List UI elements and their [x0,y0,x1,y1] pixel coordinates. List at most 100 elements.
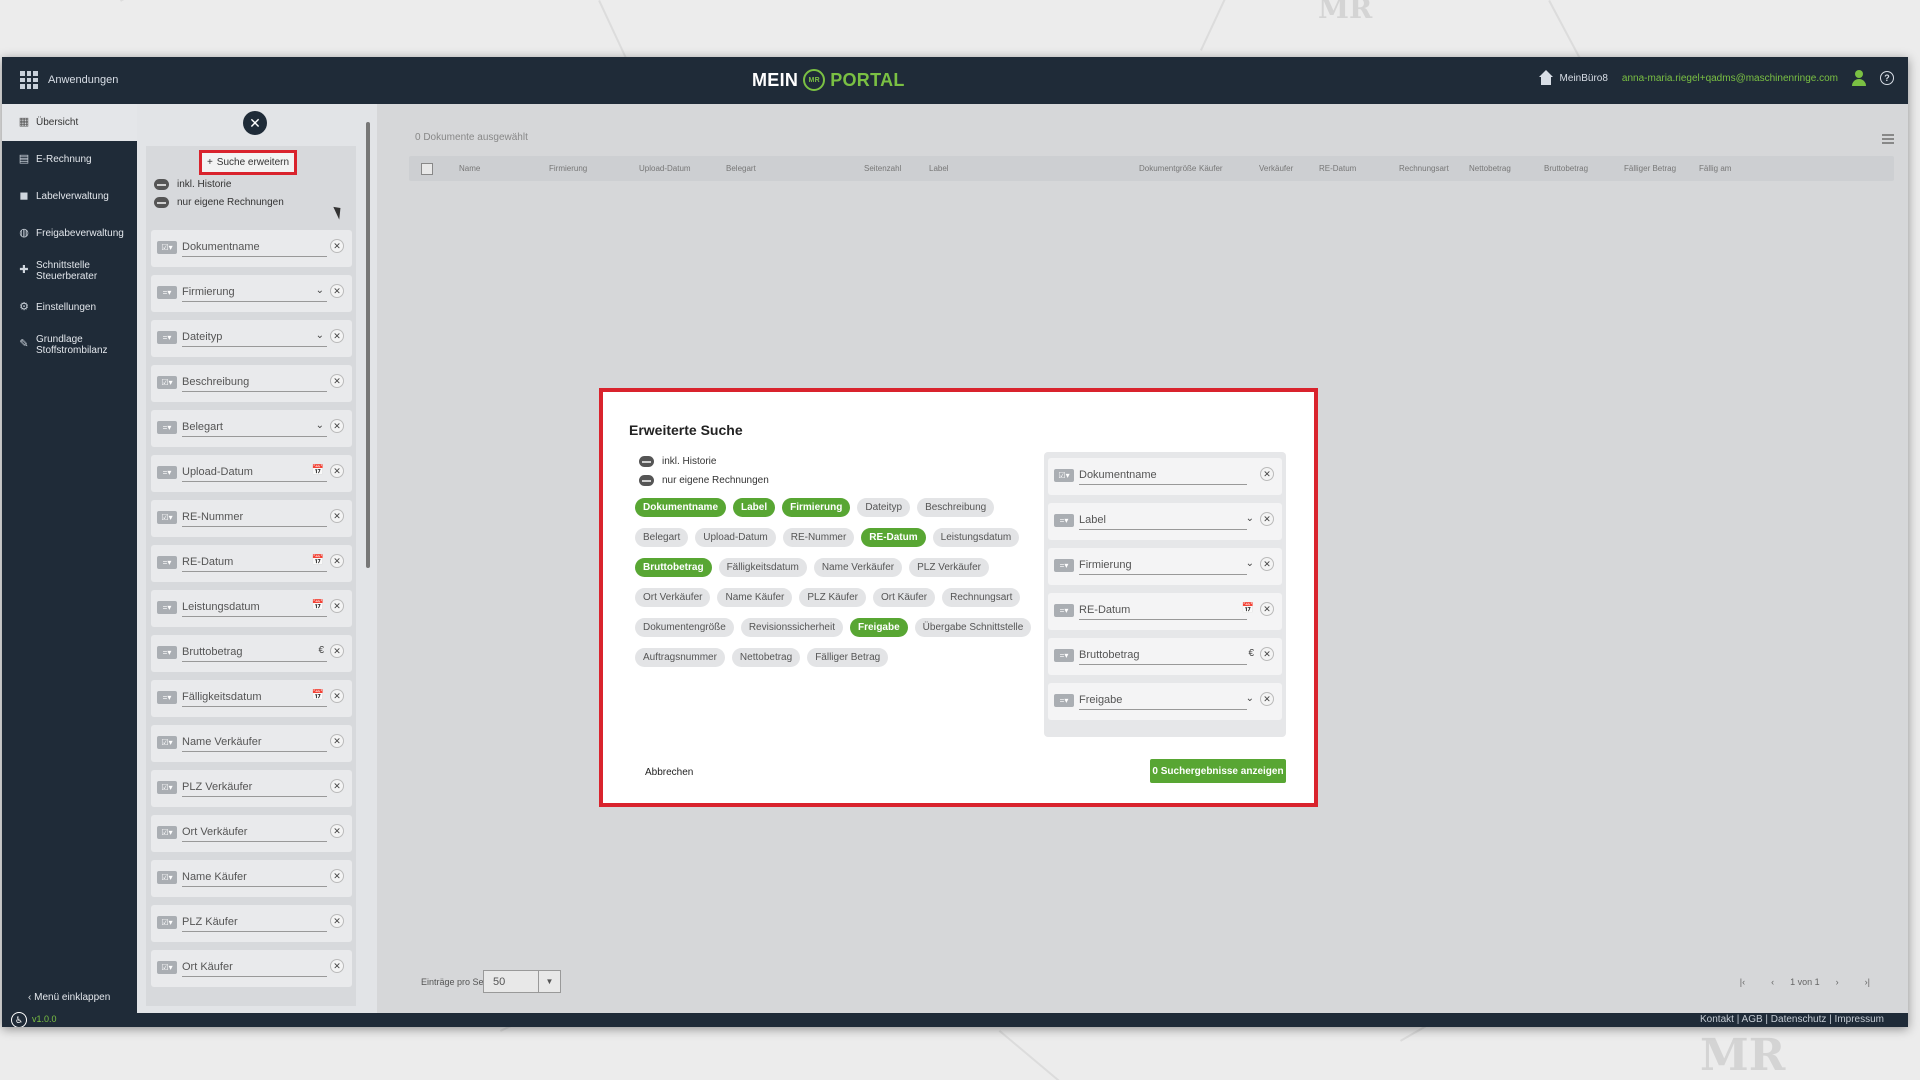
dialog-toggle-history-row[interactable]: inkl. Historie [639,456,769,467]
filter-operator-dropdown[interactable]: ☑▾ [157,871,177,884]
show-results-button[interactable]: 0 Suchergebnisse anzeigen [1150,759,1286,783]
cancel-button[interactable]: Abbrechen [645,767,693,778]
filter-operator-dropdown[interactable]: =▾ [157,646,177,659]
filter-chip[interactable]: Rechnungsart [942,588,1021,607]
per-page-select[interactable]: 50 ▼ [483,970,561,993]
filter-chip[interactable]: Dateityp [857,498,911,517]
remove-filter-icon[interactable]: ✕ [330,419,344,433]
filter-operator-dropdown[interactable]: =▾ [157,466,177,479]
remove-filter-icon[interactable]: ✕ [330,509,344,523]
filter-operator-dropdown[interactable]: =▾ [1054,559,1074,572]
filter-operator-dropdown[interactable]: ☑▾ [1054,469,1074,482]
dialog-toggle-own-switch[interactable] [639,475,654,486]
remove-filter-icon[interactable]: ✕ [1260,557,1274,571]
remove-filter-icon[interactable]: ✕ [330,374,344,388]
sidebar-item--bersicht[interactable]: ▦ Übersicht [2,104,137,141]
panel-scrollbar[interactable] [365,112,371,1007]
filter-operator-dropdown[interactable]: ☑▾ [157,826,177,839]
sidebar-item-schnittstelle-steuerberater[interactable]: ✚ Schnittstelle Steuerberater [2,252,137,289]
filter-field[interactable]: RE-Nummer [182,511,327,527]
filter-operator-dropdown[interactable]: =▾ [157,691,177,704]
close-panel-button[interactable]: ✕ [243,111,267,135]
column-header[interactable]: Name [459,164,480,173]
remove-filter-icon[interactable]: ✕ [330,914,344,928]
filter-field[interactable]: Freigabe [1079,694,1247,710]
column-header[interactable]: Label [929,164,949,173]
remove-filter-icon[interactable]: ✕ [1260,467,1274,481]
toggle-own-row[interactable]: nur eigene Rechnungen [154,197,284,208]
filter-chip[interactable]: Ort Verkäufer [635,588,711,607]
remove-filter-icon[interactable]: ✕ [330,284,344,298]
collapse-menu-button[interactable]: ‹ Menü einklappen [28,992,110,1003]
filter-operator-dropdown[interactable]: =▾ [157,421,177,434]
filter-operator-dropdown[interactable]: ☑▾ [157,781,177,794]
remove-filter-icon[interactable]: ✕ [330,644,344,658]
hamburger-menu-icon[interactable] [1882,134,1894,146]
filter-field[interactable]: Belegart [182,421,327,437]
chevron-down-icon[interactable]: ⌄ [1246,513,1254,524]
chevron-down-icon[interactable]: ⌄ [1246,693,1254,704]
filter-chip[interactable]: Dokumentengröße [635,618,734,637]
remove-filter-icon[interactable]: ✕ [330,554,344,568]
prev-page-icon[interactable]: ‹ [1771,977,1774,987]
apps-menu-button[interactable]: Anwendungen [20,71,118,89]
toggle-history-switch[interactable] [154,179,169,190]
filter-chip[interactable]: Upload-Datum [695,528,776,547]
filter-field[interactable]: Label [1079,514,1247,530]
filter-field[interactable]: Dateityp [182,331,327,347]
remove-filter-icon[interactable]: ✕ [330,599,344,613]
filter-field[interactable]: Bruttobetrag [182,646,327,662]
help-icon[interactable]: ? [1880,71,1894,85]
filter-operator-dropdown[interactable]: =▾ [1054,514,1074,527]
filter-chip[interactable]: RE-Datum [861,528,926,547]
calendar-icon[interactable]: 📅 [1242,603,1254,614]
remove-filter-icon[interactable]: ✕ [1260,512,1274,526]
filter-chip[interactable]: Label [733,498,776,517]
chevron-down-icon[interactable]: ⌄ [316,285,324,296]
office-selector[interactable]: MeinBüro8 [1538,70,1608,86]
filter-operator-dropdown[interactable]: =▾ [157,331,177,344]
euro-icon[interactable]: € [318,645,324,656]
filter-operator-dropdown[interactable]: =▾ [1054,649,1074,662]
column-header[interactable]: Käufer [1199,164,1223,173]
filter-field[interactable]: PLZ Käufer [182,916,327,932]
last-page-icon[interactable]: ›| [1865,977,1870,987]
remove-filter-icon[interactable]: ✕ [330,779,344,793]
filter-field[interactable]: RE-Datum [182,556,327,572]
column-header[interactable]: Seitenzahl [864,164,901,173]
filter-chip[interactable]: Name Verkäufer [813,558,903,577]
filter-field[interactable]: Dokumentname [1079,469,1247,485]
remove-filter-icon[interactable]: ✕ [1260,602,1274,616]
remove-filter-icon[interactable]: ✕ [330,869,344,883]
chevron-down-icon[interactable]: ⌄ [1246,558,1254,569]
select-all-checkbox[interactable] [421,163,433,175]
extend-search-button[interactable]: + Suche erweitern [199,150,297,175]
euro-icon[interactable]: € [1248,648,1254,659]
filter-chip[interactable]: Name Käufer [717,588,793,607]
user-email[interactable]: anna-maria.riegel+qadms@maschinenringe.c… [1622,73,1838,84]
filter-field[interactable]: Name Käufer [182,871,327,887]
portal-logo[interactable]: MEIN MR PORTAL [752,69,905,91]
filter-chip[interactable]: Nettobetrag [731,648,801,667]
remove-filter-icon[interactable]: ✕ [330,824,344,838]
filter-operator-dropdown[interactable]: =▾ [1054,694,1074,707]
column-header[interactable]: Belegart [726,164,756,173]
footer-links[interactable]: Kontakt | AGB | Datenschutz | Impressum [1700,1014,1884,1025]
remove-filter-icon[interactable]: ✕ [1260,692,1274,706]
column-header[interactable]: Verkäufer [1259,164,1293,173]
chevron-down-icon[interactable]: ⌄ [316,420,324,431]
filter-chip[interactable]: Firmierung [782,498,851,517]
filter-operator-dropdown[interactable]: =▾ [157,601,177,614]
calendar-icon[interactable]: 📅 [312,465,324,476]
column-header[interactable]: Fälliger Betrag [1624,164,1676,173]
remove-filter-icon[interactable]: ✕ [330,329,344,343]
column-header[interactable]: Upload-Datum [639,164,691,173]
toggle-own-switch[interactable] [154,197,169,208]
toggle-history-row[interactable]: inkl. Historie [154,179,284,190]
filter-chip[interactable]: Fälliger Betrag [807,648,889,667]
filter-field[interactable]: Dokumentname [182,241,327,257]
filter-operator-dropdown[interactable]: =▾ [157,556,177,569]
panel-scrollbar-thumb[interactable] [366,122,370,568]
filter-chip[interactable]: Freigabe [849,618,908,637]
filter-chip[interactable]: PLZ Verkäufer [909,558,990,577]
